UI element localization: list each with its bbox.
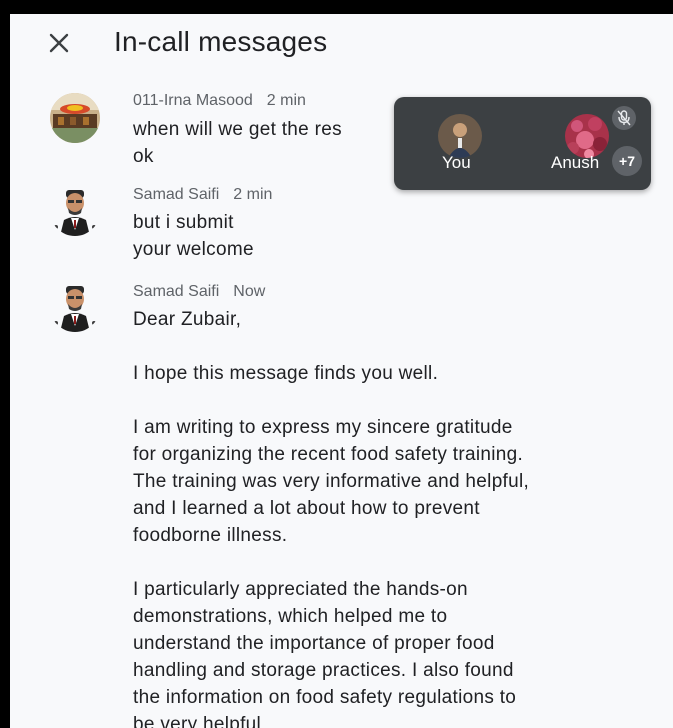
message-text: Dear Zubair, I hope this message finds y… — [133, 306, 529, 728]
avatar — [50, 282, 100, 332]
message-time: 2 min — [266, 92, 306, 109]
message-line: I hope this message finds you well. — [133, 363, 439, 384]
message-line: be very helpful — [133, 714, 262, 728]
message-text: when will we get the res ok — [133, 116, 342, 170]
message-time: Now — [233, 283, 266, 300]
message-meta: 011-Irna Masood 2 min — [133, 92, 306, 110]
sender-name: Samad Saifi — [133, 283, 220, 300]
message-line: I particularly appreciated the hands-on — [133, 579, 468, 600]
avatar — [50, 186, 100, 236]
message-line: The training was very informative and he… — [133, 471, 530, 492]
close-button[interactable] — [44, 28, 74, 58]
participant-name: Anush — [551, 153, 600, 172]
participants-overlay[interactable]: You Anush +7 — [394, 97, 651, 190]
message-line: when will we get the res — [133, 119, 342, 140]
participant-name: You — [442, 153, 471, 172]
message-line: Dear Zubair, — [133, 309, 242, 330]
message-line: for organizing the recent food safety tr… — [133, 444, 524, 465]
message-time: 2 min — [233, 186, 273, 203]
close-icon — [49, 33, 69, 53]
page-title: In-call messages — [114, 26, 328, 57]
message-line: understand the importance of proper food — [133, 633, 495, 654]
participant-avatar-you — [438, 114, 482, 158]
more-participants-badge[interactable]: +7 — [612, 146, 642, 176]
panel-header: In-call messages — [10, 14, 673, 74]
avatar — [50, 93, 100, 143]
message-line: I am writing to express my sincere grati… — [133, 417, 513, 438]
message-text: but i submit your welcome — [133, 209, 254, 263]
message-line: foodborne illness. — [133, 525, 288, 546]
message-line: demonstrations, which helped me to — [133, 606, 448, 627]
message-line: your welcome — [133, 239, 254, 260]
sender-name: 011-Irna Masood — [133, 92, 253, 109]
message-meta: Samad Saifi Now — [133, 283, 265, 301]
message-line: the information on food safety regulatio… — [133, 687, 517, 708]
sender-name: Samad Saifi — [133, 186, 220, 203]
message-line: but i submit — [133, 212, 234, 233]
message-meta: Samad Saifi 2 min — [133, 186, 272, 204]
message-line: handling and storage practices. I also f… — [133, 660, 514, 681]
message-line: ok — [133, 146, 154, 167]
participant-avatar-anush — [565, 114, 609, 158]
mic-off-icon — [612, 106, 636, 130]
message-line: and I learned a lot about how to prevent — [133, 498, 480, 519]
in-call-messages-panel: In-call messages 011-Irna Masood 2 min wh… — [10, 14, 673, 728]
